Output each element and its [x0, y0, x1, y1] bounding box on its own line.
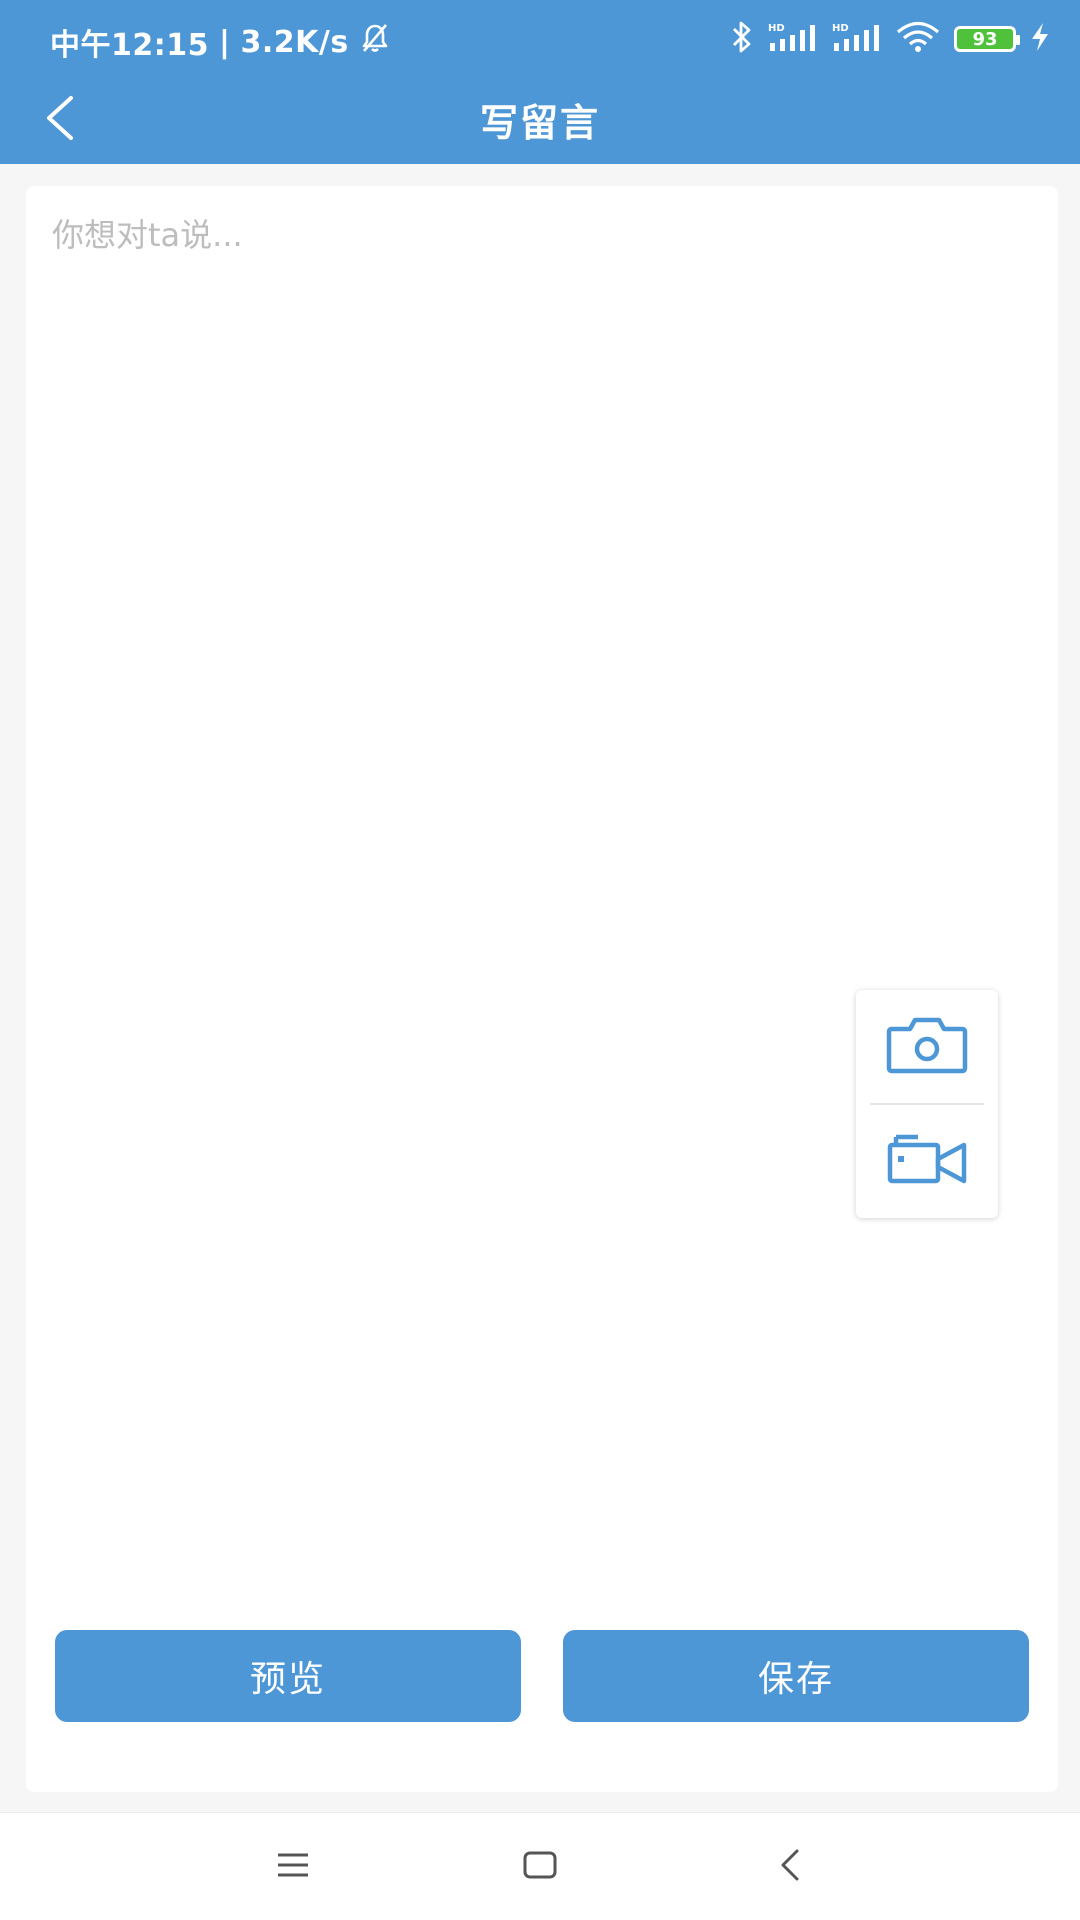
battery-level: 93: [972, 28, 998, 50]
message-card: 预览 保存: [26, 186, 1058, 1792]
bell-off-icon: [359, 22, 391, 62]
add-video-button[interactable]: [856, 1105, 998, 1217]
add-photo-button[interactable]: [856, 990, 998, 1102]
charging-icon: [1030, 22, 1050, 56]
nav-back-button[interactable]: [760, 1837, 820, 1897]
svg-text:HD: HD: [768, 23, 785, 34]
menu-icon: [276, 1851, 310, 1883]
svg-text:HD: HD: [832, 23, 849, 34]
home-icon: [522, 1850, 558, 1884]
message-input[interactable]: [52, 210, 1032, 1560]
signal-hd-icon: HD: [832, 21, 882, 57]
status-right: HD HD 93: [730, 20, 1050, 58]
signal-hd-icon: HD: [768, 21, 818, 57]
status-left: 中午12:15 | 3.2K/s: [50, 20, 391, 64]
screen: 中午12:15 | 3.2K/s HD HD 93 写留言 你想对ta说... …: [0, 0, 1080, 1920]
page-title: 写留言: [479, 101, 600, 145]
camera-icon: [886, 1013, 968, 1079]
wifi-icon: [896, 21, 940, 57]
header: 中午12:15 | 3.2K/s HD HD 93 写留言: [0, 0, 1080, 164]
save-button[interactable]: 保存: [563, 1630, 1029, 1722]
video-camera-icon: [886, 1131, 968, 1191]
nav-menu-button[interactable]: [263, 1837, 323, 1897]
bluetooth-icon: [730, 20, 754, 58]
network-speed: 3.2K/s: [240, 24, 349, 60]
back-icon: [779, 1848, 801, 1886]
preview-button[interactable]: 预览: [55, 1630, 521, 1722]
status-time: 中午12:15: [50, 28, 209, 63]
nav-home-button[interactable]: [510, 1837, 570, 1897]
navigation-bar: [0, 1812, 1080, 1920]
media-panel: [856, 990, 998, 1218]
status-bar: 中午12:15 | 3.2K/s HD HD 93: [0, 0, 1080, 82]
battery-icon: 93: [954, 26, 1020, 52]
status-separator: |: [219, 24, 231, 60]
app-bar: 写留言: [0, 82, 1080, 164]
